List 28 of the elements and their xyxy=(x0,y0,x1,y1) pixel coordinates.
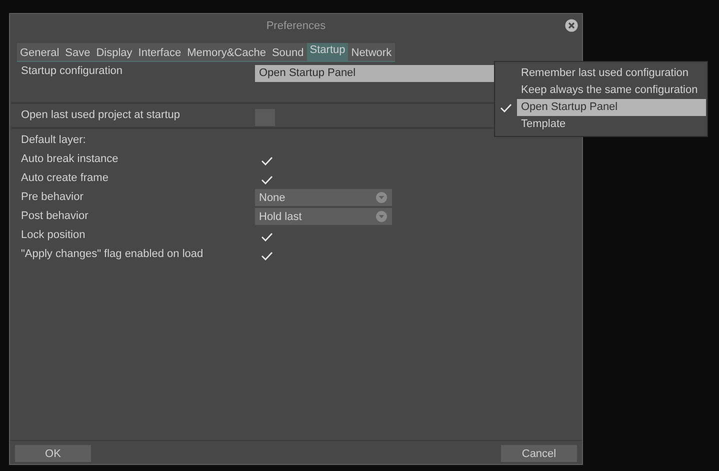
tab[interactable]: Startup xyxy=(306,43,348,61)
menu-item[interactable]: Open Startup Panel xyxy=(517,99,706,116)
tab[interactable]: Save xyxy=(62,46,94,61)
behavior-dropdown[interactable]: None xyxy=(255,189,392,206)
close-icon[interactable] xyxy=(565,19,578,32)
setting-label: "Apply changes" flag enabled on load xyxy=(21,248,204,260)
tab[interactable]: Interface xyxy=(135,46,184,61)
behavior-dropdown[interactable]: Hold last xyxy=(255,208,392,225)
tab[interactable]: Display xyxy=(93,46,136,61)
setting-label: Startup configuration xyxy=(21,65,124,77)
section-heading: Default layer: xyxy=(21,134,87,146)
tab[interactable]: Network xyxy=(348,46,395,61)
setting-label: Auto create frame xyxy=(21,172,110,184)
tab[interactable]: Sound xyxy=(268,46,307,61)
setting-label: Lock position xyxy=(21,229,86,241)
setting-label: Auto break instance xyxy=(21,153,120,165)
window-title: Preferences xyxy=(266,20,326,32)
ok-button[interactable]: OK xyxy=(15,445,91,462)
menu-item[interactable]: Keep always the same configuration xyxy=(517,82,706,99)
setting-label: Open last used project at startup xyxy=(21,109,181,121)
checkbox[interactable] xyxy=(255,109,275,126)
setting-label: Pre behavior xyxy=(21,191,84,203)
cancel-button[interactable]: Cancel xyxy=(501,445,577,462)
tab[interactable]: General xyxy=(17,46,62,61)
menu-item[interactable]: Template xyxy=(517,116,706,133)
setting-label: Post behavior xyxy=(21,210,90,222)
menu-item[interactable]: Remember last used configuration xyxy=(517,65,706,82)
tab[interactable]: Memory&Cache xyxy=(184,46,269,61)
